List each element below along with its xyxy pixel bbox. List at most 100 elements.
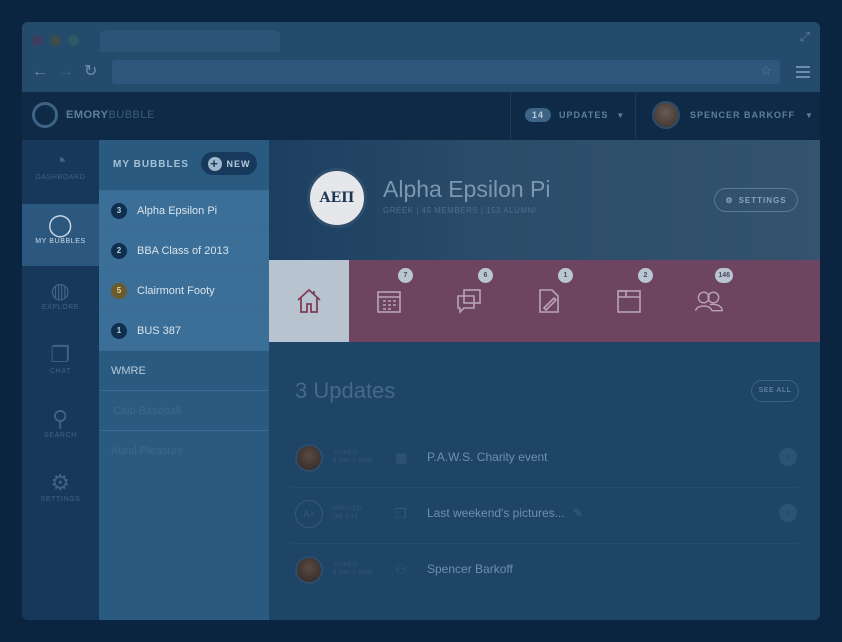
count-badge: 1 (111, 322, 127, 339)
user-name: SPENCER BARKOFF (690, 110, 796, 120)
chevron-right-icon[interactable]: › (779, 504, 797, 522)
bubble-label: Alpha Epsilon Pi (137, 204, 218, 217)
avatar (295, 444, 323, 472)
rail-item-my-bubbles[interactable]: ◯ MY BUBBLES (22, 204, 105, 266)
bubble-item[interactable]: 3 Alpha Epsilon Pi (99, 190, 269, 230)
brand-name[interactable]: EMORYBUBBLE (66, 109, 155, 121)
group-meta: GREEK | 45 MEMBERS | 153 ALUMNI (383, 206, 537, 215)
bubble-item[interactable]: 1 BUS 387 (99, 310, 269, 350)
bookmark-star-icon[interactable]: ☆ (760, 63, 772, 79)
update-row[interactable]: JOINED 5 DAYS AGO ▦ P.A.W.S. Charity even… (291, 432, 799, 488)
members-icon (695, 291, 723, 312)
fullscreen-icon[interactable]: ⤢ (800, 29, 810, 45)
bubble-item[interactable]: 2 BBA Class of 2013 (99, 230, 269, 270)
app-header: EMORYBUBBLE 14 UPDATES ▼ SPENCER BARKOFF… (22, 92, 820, 140)
update-row[interactable]: A+ REPLIED ON 1/15 ❐ Last weekend's pictu… (291, 488, 799, 544)
browser-chrome: ⤢ ← → ↻ ☆ (22, 22, 820, 92)
home-icon (297, 288, 321, 313)
sidebar-title: MY BUBBLES (113, 159, 189, 170)
update-row[interactable]: JOINED 5 DAYS AGO ⚇ Spencer Barkoff (291, 544, 799, 600)
user-menu[interactable]: SPENCER BARKOFF ▼ (652, 101, 814, 129)
gear-icon: ⚙ (725, 195, 734, 205)
group-name: Alpha Epsilon Pi (383, 176, 551, 202)
rail-item-search[interactable]: ⚲ SEARCH (22, 398, 99, 460)
gear-icon: ⚙ (50, 470, 71, 495)
updates-menu[interactable]: 14 UPDATES ▼ (525, 108, 625, 122)
update-kind: JOINED 5 DAYS AGO (333, 562, 373, 576)
reload-icon[interactable]: ↻ (84, 64, 97, 80)
update-text: Spencer Barkoff (427, 562, 513, 576)
bubble-label: Aural Pleasure (111, 444, 184, 457)
forward-arrow-icon[interactable]: → (58, 64, 74, 80)
updates-label: UPDATES (559, 110, 609, 120)
group-tab-bar: 7 6 1 2 146 (269, 260, 820, 342)
new-bubble-button[interactable]: + NEW (201, 152, 257, 175)
tab-calendar[interactable]: 7 (349, 260, 429, 342)
count-badge: 6 (478, 268, 493, 283)
tab-home[interactable] (269, 260, 349, 342)
maximize-window-dot[interactable] (68, 35, 79, 46)
tab-chat[interactable]: 6 (429, 260, 509, 342)
bubble-item[interactable]: Aural Pleasure (99, 430, 269, 470)
bubble-item[interactable]: WMRE (99, 350, 269, 390)
rail-item-explore[interactable]: ◍ EXPLORE (22, 270, 99, 332)
update-kind: REPLIED ON 1/15 (333, 506, 362, 520)
chevron-down-icon: ▼ (616, 110, 626, 120)
group-banner: ΑΕΠ Alpha Epsilon Pi GREEK | 45 MEMBERS … (269, 140, 820, 260)
count-badge: 1 (558, 268, 573, 283)
see-all-button[interactable]: SEE ALL (751, 380, 799, 402)
folder-icon (617, 290, 641, 313)
tab-documents[interactable]: 1 (509, 260, 589, 342)
rail-item-settings[interactable]: ⚙ SETTINGS (22, 462, 99, 524)
browser-tab[interactable] (100, 30, 280, 52)
browser-window: ⤢ ← → ↻ ☆ EMORYBUBBLE 14 UPDATES ▼ SPENC… (22, 22, 820, 620)
rail-item-dashboard[interactable]: ◔ DASHBOARD (22, 140, 99, 202)
count-badge: 2 (638, 268, 653, 283)
bubble-item[interactable]: 5 Clairmont Footy (99, 270, 269, 310)
chevron-right-icon[interactable]: › (779, 448, 797, 466)
update-text: Last weekend's pictures... ✎ (427, 506, 583, 520)
edit-document-icon (539, 289, 559, 313)
updates-count-badge: 14 (525, 108, 552, 122)
browser-menu-icon[interactable] (796, 66, 810, 81)
count-badge: 5 (111, 282, 127, 299)
calendar-icon: ▦ (395, 450, 408, 465)
address-bar[interactable]: ☆ (112, 60, 780, 84)
calendar-icon (377, 291, 401, 313)
updates-title: 3 Updates (295, 378, 396, 403)
bubble-label: Club Baseball (113, 404, 181, 417)
back-arrow-icon[interactable]: ← (32, 64, 48, 80)
avatar (295, 556, 323, 584)
members-icon: ⚇ (395, 562, 407, 577)
chat-icon: ❐ (395, 506, 407, 521)
tab-files[interactable]: 2 (589, 260, 669, 342)
gauge-icon: ◔ (53, 148, 68, 173)
updates-section: 3 Updates SEE ALL JOINED 5 DAYS AGO ▦ P.A… (269, 342, 820, 620)
logo-icon[interactable] (32, 102, 58, 128)
bubble-item[interactable]: Club Baseball (99, 390, 269, 430)
chat-icon (457, 289, 481, 314)
update-text: P.A.W.S. Charity event (427, 450, 548, 464)
bubbles-sidebar: MY BUBBLES + NEW 3 Alpha Epsilon Pi 2 BBA… (99, 140, 269, 620)
group-settings-button[interactable]: ⚙ SETTINGS (714, 188, 798, 212)
pencil-icon: ✎ (572, 506, 583, 520)
count-badge: 3 (111, 202, 127, 219)
chevron-down-icon: ▼ (805, 110, 814, 120)
placeholder-avatar-icon: A+ (295, 500, 323, 528)
group-crest: ΑΕΠ (307, 168, 367, 228)
nav-rail: ◔ DASHBOARD ◯ MY BUBBLES ◍ EXPLORE ❐ CHA… (22, 140, 105, 620)
globe-icon: ◍ (50, 278, 71, 303)
minimize-window-dot[interactable] (50, 35, 61, 46)
avatar (652, 101, 680, 129)
close-window-dot[interactable] (32, 35, 43, 46)
chat-icon: ❐ (50, 342, 71, 367)
bubble-label: BBA Class of 2013 (137, 244, 229, 257)
plus-icon: + (207, 156, 222, 171)
bubbles-icon: ◯ (47, 212, 74, 237)
count-badge: 2 (111, 242, 127, 259)
rail-item-chat[interactable]: ❐ CHAT (22, 334, 99, 396)
bubble-label: WMRE (111, 364, 146, 377)
search-icon: ⚲ (52, 406, 69, 431)
bubble-label: Clairmont Footy (137, 284, 215, 297)
tab-members[interactable]: 146 (669, 260, 749, 342)
